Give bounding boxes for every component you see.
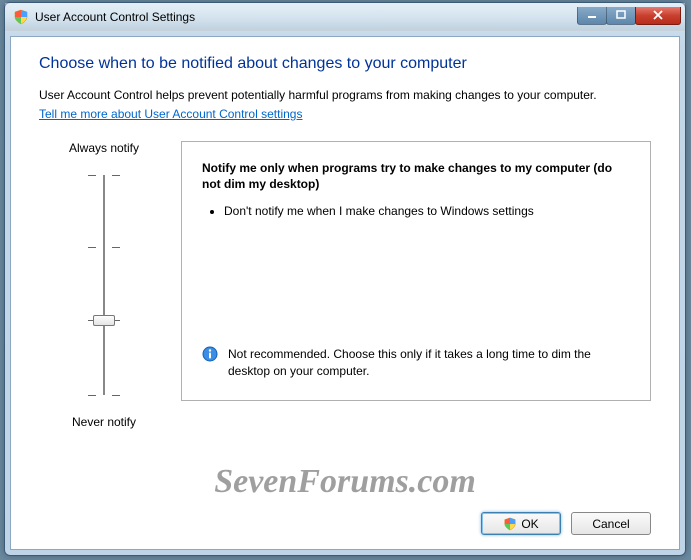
close-button[interactable]: [635, 7, 681, 25]
maximize-icon: [616, 10, 626, 20]
minimize-icon: [587, 11, 597, 19]
slider-track[interactable]: [92, 175, 116, 395]
ok-label: OK: [521, 517, 538, 531]
level-bullet: Don't notify me when I make changes to W…: [224, 203, 544, 220]
intro-text: User Account Control helps prevent poten…: [39, 87, 651, 123]
notification-slider: Always notify Never notify: [39, 141, 169, 429]
minimize-button[interactable]: [577, 7, 607, 25]
intro-line: User Account Control helps prevent poten…: [39, 88, 597, 102]
slider-label-top: Always notify: [39, 141, 169, 155]
close-icon: [653, 10, 663, 20]
content-area: Choose when to be notified about changes…: [10, 36, 680, 550]
cancel-button[interactable]: Cancel: [571, 512, 651, 535]
info-icon: [202, 346, 218, 362]
maximize-button[interactable]: [606, 7, 636, 25]
window-title: User Account Control Settings: [35, 10, 578, 24]
slider-thumb[interactable]: [93, 315, 115, 326]
shield-icon: [13, 9, 29, 25]
cancel-label: Cancel: [592, 517, 629, 531]
slider-label-bottom: Never notify: [39, 415, 169, 429]
level-warning: Not recommended. Choose this only if it …: [228, 346, 630, 380]
watermark: SevenForums.com: [11, 463, 679, 501]
level-title: Notify me only when programs try to make…: [202, 160, 630, 194]
window: User Account Control Settings Choose whe…: [4, 2, 686, 556]
shield-icon: [503, 517, 517, 531]
titlebar[interactable]: User Account Control Settings: [5, 3, 685, 31]
page-heading: Choose when to be notified about changes…: [39, 55, 651, 73]
help-link[interactable]: Tell me more about User Account Control …: [39, 106, 302, 123]
ok-button[interactable]: OK: [481, 512, 561, 535]
level-description-box: Notify me only when programs try to make…: [181, 141, 651, 401]
